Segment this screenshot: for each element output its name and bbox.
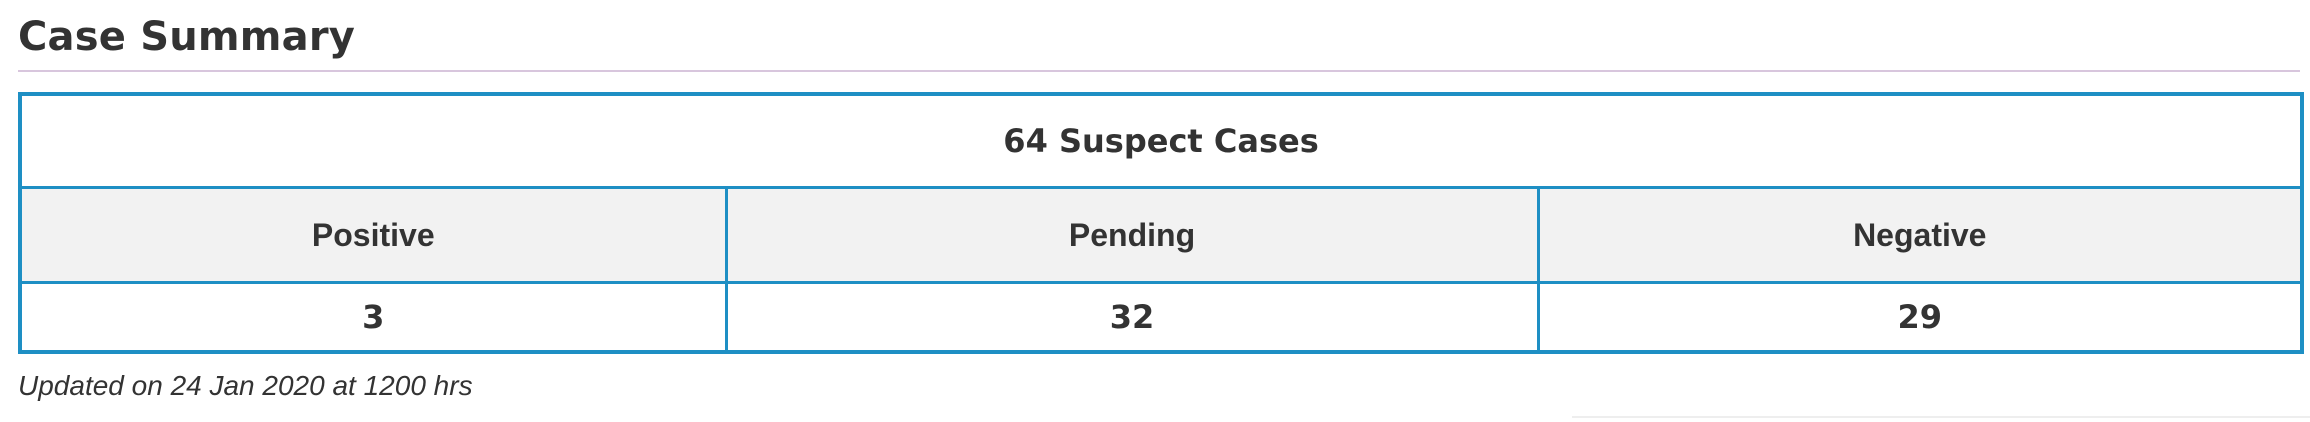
negative-count: 29	[1536, 281, 2304, 354]
pending-count: 32	[724, 281, 1540, 354]
title-divider	[18, 70, 2300, 72]
total-suspect-cases: 64 Suspect Cases	[18, 92, 2304, 189]
section-title: Case Summary	[18, 14, 356, 60]
values-row: 3 32 29	[18, 281, 2304, 354]
column-header-negative: Negative	[1536, 186, 2304, 284]
column-header-positive: Positive	[18, 186, 728, 284]
total-row: 64 Suspect Cases	[18, 92, 2304, 189]
header-row: Positive Pending Negative	[18, 186, 2304, 284]
updated-timestamp: Updated on 24 Jan 2020 at 1200 hrs	[18, 370, 473, 401]
case-summary-section: Case Summary 64 Suspect Cases Positive P…	[18, 0, 2305, 402]
column-header-pending: Pending	[724, 186, 1540, 284]
positive-count: 3	[18, 281, 728, 354]
case-summary-table: 64 Suspect Cases Positive Pending Negati…	[18, 92, 2305, 354]
bottom-divider	[1572, 416, 2310, 418]
